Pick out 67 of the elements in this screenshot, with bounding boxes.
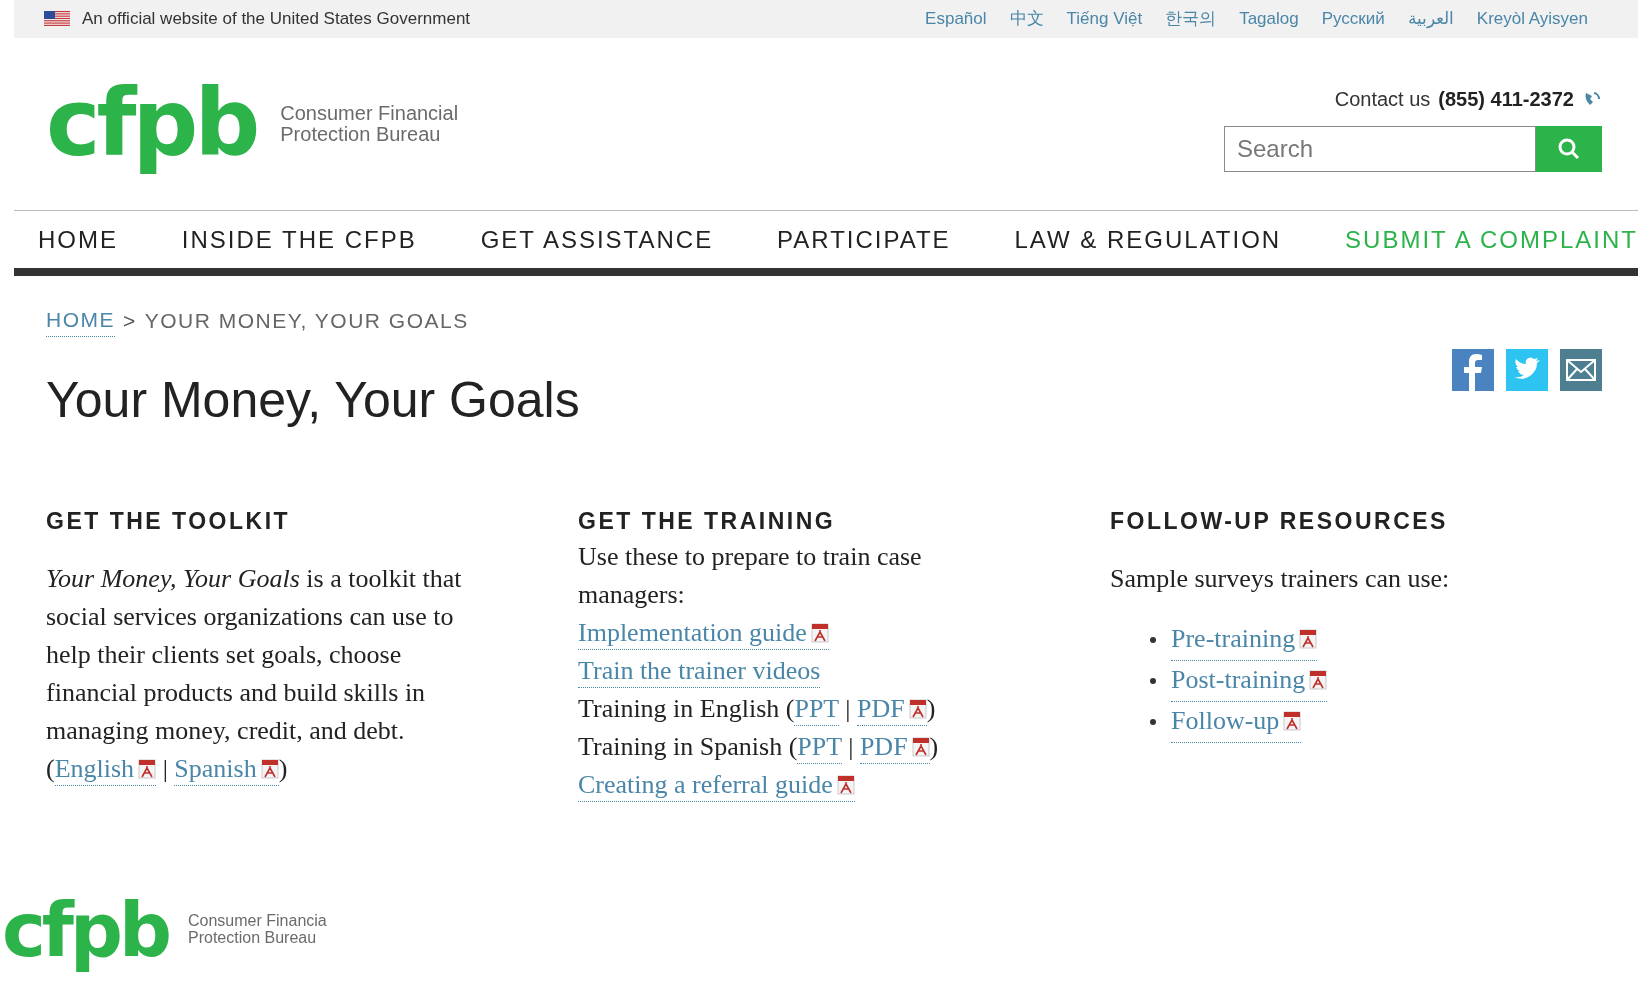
- banner-text: An official website of the United States Government: [82, 8, 471, 31]
- section-heading: GET THE TRAINING: [578, 506, 837, 536]
- breadcrumb-link[interactable]: HOME: [46, 304, 115, 337]
- flag-icon: [44, 11, 70, 27]
- logo-text: Protection Bureau: [280, 124, 442, 145]
- pdf-link[interactable]: Pre-training: [1171, 619, 1318, 661]
- search-icon: [1557, 137, 1581, 161]
- pdf-icon: [138, 758, 157, 779]
- breadcrumb-current: YOUR MONEY, YOUR GOALS: [144, 307, 469, 334]
- pdf-link[interactable]: Train the trainer videos: [578, 655, 821, 688]
- language-link[interactable]: 한국의: [1165, 6, 1217, 32]
- breadcrumb-separator: >: [123, 307, 137, 334]
- email-icon[interactable]: [1560, 348, 1602, 391]
- bullet-icon: [1150, 719, 1156, 725]
- language-link[interactable]: العربية: [1407, 6, 1454, 32]
- pdf-link[interactable]: PDF: [857, 693, 927, 726]
- bullet-icon: [1150, 678, 1156, 684]
- pdf-link[interactable]: Spanish: [174, 753, 279, 786]
- pdf-icon: [260, 758, 279, 779]
- paragraph: Sample surveys trainers can use:: [1110, 562, 1451, 595]
- text-line: (English | Spanish ): [46, 749, 496, 788]
- language-link[interactable]: 中文: [1009, 6, 1044, 32]
- facebook-icon[interactable]: [1452, 348, 1494, 391]
- search-field[interactable]: Search: [1224, 126, 1536, 172]
- pdf-icon: [1309, 669, 1328, 690]
- language-link[interactable]: Tagalog: [1239, 6, 1299, 32]
- paragraph: Use these to prepare to train case managers:: [578, 540, 923, 611]
- pdf-link[interactable]: PPT: [797, 731, 842, 764]
- pdf-link[interactable]: Implementation guide: [578, 617, 829, 650]
- page-title: Your Money, Your Goals: [46, 370, 580, 430]
- section-heading: GET THE TOOLKIT: [46, 506, 292, 536]
- nav-link[interactable]: PARTICIPATE: [777, 221, 951, 258]
- logo-text: Consumer Financial: [280, 103, 459, 124]
- pdf-icon: [1299, 628, 1318, 649]
- pdf-icon: [908, 698, 927, 719]
- logo-text: Protection Bureau: [188, 929, 318, 947]
- paragraph: Your Money, Your Goals is a toolkit that social services organizations can use to help their clients set goals, choose financial products and build skills in managing money, credit, and debt.: [46, 562, 463, 747]
- pdf-link[interactable]: English: [54, 753, 157, 786]
- nav-link[interactable]: INSIDE THE CFPB: [181, 221, 417, 258]
- pdf-link[interactable]: PDF: [859, 731, 930, 764]
- language-link[interactable]: Kreyòl Ayisyen: [1476, 6, 1588, 32]
- pdf-icon: [911, 736, 930, 757]
- search-button[interactable]: [1536, 126, 1602, 172]
- pdf-icon: [810, 622, 829, 643]
- nav-link[interactable]: LAW & REGULATION: [1014, 221, 1282, 258]
- pdf-link[interactable]: Creating a referral guide: [578, 769, 855, 802]
- nav-link[interactable]: HOME: [38, 221, 118, 258]
- language-link[interactable]: Tiếng Việt: [1066, 6, 1143, 32]
- language-link[interactable]: Español: [925, 6, 987, 32]
- section-heading: FOLLOW-UP RESOURCES: [1110, 506, 1449, 536]
- pdf-link[interactable]: Follow-up: [1171, 701, 1302, 743]
- pdf-icon: [836, 774, 855, 795]
- pdf-link[interactable]: PPT: [794, 693, 839, 726]
- text-line: Training in English (PPT | PDF ): [578, 689, 963, 728]
- text-line: Training in Spanish (PPT | PDF ): [578, 727, 963, 766]
- nav-link[interactable]: SUBMIT A COMPLAINT: [1345, 221, 1638, 258]
- bullet-icon: [1150, 637, 1156, 643]
- nav-link[interactable]: GET ASSISTANCE: [480, 221, 714, 258]
- logo-mark[interactable]: cfpb: [46, 74, 257, 174]
- pdf-icon: [1283, 710, 1302, 731]
- logo-mark[interactable]: cfpb: [2, 889, 168, 970]
- logo-text: Consumer Financia: [188, 912, 327, 930]
- phone-number: (855) 411-2372: [1438, 87, 1574, 112]
- twitter-icon[interactable]: [1506, 348, 1548, 391]
- language-link[interactable]: Русский: [1321, 6, 1385, 32]
- pdf-link[interactable]: Post-training: [1171, 660, 1328, 702]
- contact-label: Contact us: [1334, 87, 1431, 112]
